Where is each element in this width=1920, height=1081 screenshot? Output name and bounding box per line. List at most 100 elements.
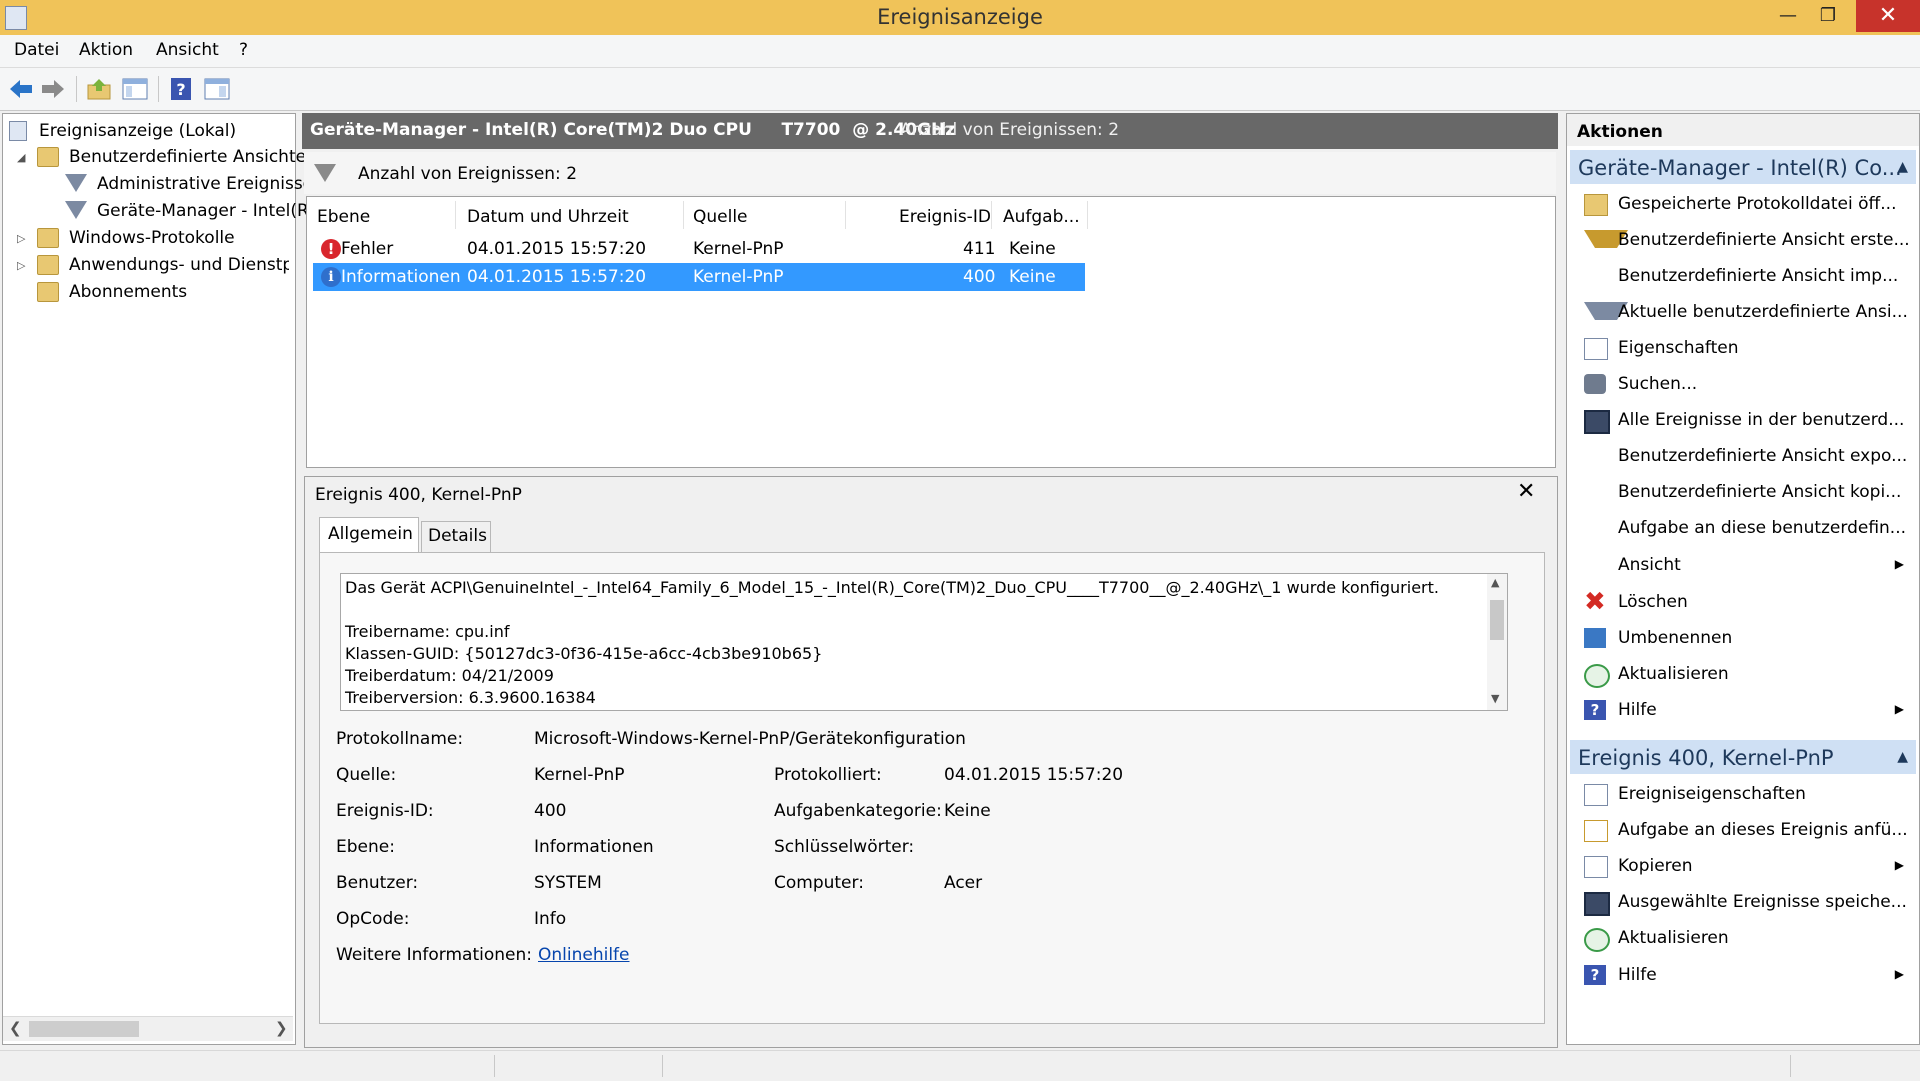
action-copy[interactable]: Kopieren ▶ xyxy=(1570,848,1916,884)
action-help-event[interactable]: ? Hilfe ▶ xyxy=(1570,957,1916,993)
label-level: Ebene: xyxy=(336,837,395,857)
table-row-selected[interactable]: i Informationen 04.01.2015 15:57:20 Kern… xyxy=(313,263,1085,291)
action-properties[interactable]: Eigenschaften xyxy=(1570,330,1916,366)
tree-app-logs[interactable]: ▷ Anwendungs- und Dienstprotokolle xyxy=(9,252,289,278)
vertical-scrollbar[interactable]: ▲ ▼ xyxy=(1487,574,1507,710)
column-header-source[interactable]: Quelle xyxy=(693,207,748,227)
error-icon: ! xyxy=(321,239,341,259)
value-user: SYSTEM xyxy=(534,873,602,893)
value-log-name: Microsoft-Windows-Kernel-PnP/Gerätekonfi… xyxy=(534,729,966,749)
column-header-task[interactable]: Aufgab... xyxy=(1003,207,1080,227)
help-icon[interactable]: ? xyxy=(168,77,194,101)
filter-count: Anzahl von Ereignissen: 2 xyxy=(358,164,578,184)
collapse-up-icon[interactable]: ▲ xyxy=(1897,749,1908,765)
value-logged: 04.01.2015 15:57:20 xyxy=(944,765,1124,785)
view-title: Geräte-Manager - Intel(R) Core(TM)2 Duo … xyxy=(310,120,956,140)
refresh-icon xyxy=(1584,664,1610,688)
action-label: Alle Ereignisse in der benutzerd... xyxy=(1618,410,1905,430)
description-textbox[interactable]: Das Gerät ACPI\GenuineIntel_-_Intel64_Fa… xyxy=(340,573,1508,711)
close-icon[interactable]: ✕ xyxy=(1517,479,1535,504)
scroll-thumb[interactable] xyxy=(29,1021,139,1037)
column-header-event-id[interactable]: Ereignis-ID xyxy=(899,207,991,227)
value-computer: Acer xyxy=(944,873,983,893)
horizontal-scrollbar[interactable]: ❮ ❯ xyxy=(3,1016,293,1041)
label-opcode: OpCode: xyxy=(336,909,410,929)
submenu-arrow-icon: ▶ xyxy=(1894,967,1904,981)
forward-arrow-icon[interactable] xyxy=(40,77,66,101)
action-label: Ereigniseigenschaften xyxy=(1618,784,1806,804)
menu-datei[interactable]: Datei xyxy=(14,40,59,60)
filter-bar: Anzahl von Ereignissen: 2 xyxy=(304,152,1556,194)
save-icon xyxy=(1584,410,1610,434)
action-save-selected-events[interactable]: Ausgewählte Ereignisse speiche... xyxy=(1570,884,1916,920)
action-export-custom-view[interactable]: Benutzerdefinierte Ansicht expo... xyxy=(1570,438,1916,474)
action-help[interactable]: ? Hilfe ▶ xyxy=(1570,692,1916,728)
column-header-datetime[interactable]: Datum und Uhrzeit xyxy=(467,207,629,227)
scroll-down-icon[interactable]: ▼ xyxy=(1491,692,1499,705)
maximize-button[interactable]: ❐ xyxy=(1808,0,1848,32)
action-label: Aktualisieren xyxy=(1618,664,1729,684)
value-source: Kernel-PnP xyxy=(534,765,625,785)
scroll-left-icon[interactable]: ❮ xyxy=(9,1019,22,1037)
action-open-saved-log[interactable]: Gespeicherte Protokolldatei öff... xyxy=(1570,186,1916,222)
action-view-menu[interactable]: Ansicht ▶ xyxy=(1570,547,1916,583)
refresh-icon xyxy=(1584,928,1610,952)
action-refresh-event[interactable]: Aktualisieren xyxy=(1570,920,1916,956)
action-filter-current-view[interactable]: Aktuelle benutzerdefinierte Ansi... xyxy=(1570,294,1916,330)
filter-icon xyxy=(314,164,336,182)
section-header-event[interactable]: Ereignis 400, Kernel-PnP ▲ xyxy=(1570,740,1916,774)
value-level: Informationen xyxy=(534,837,654,857)
collapse-icon[interactable]: ◢ xyxy=(17,151,25,164)
online-help-link[interactable]: Onlinehilfe xyxy=(538,945,630,965)
label-logged: Protokolliert: xyxy=(774,765,882,785)
open-folder-icon xyxy=(1584,194,1608,216)
action-delete[interactable]: ✖ Löschen xyxy=(1570,584,1916,620)
menu-aktion[interactable]: Aktion xyxy=(79,40,133,60)
properties-icon xyxy=(1584,338,1608,360)
column-header-level[interactable]: Ebene xyxy=(317,207,370,227)
action-copy-custom-view[interactable]: Benutzerdefinierte Ansicht kopi... xyxy=(1570,474,1916,510)
action-label: Aktuelle benutzerdefinierte Ansi... xyxy=(1618,302,1908,322)
console-tree-icon[interactable] xyxy=(122,77,148,101)
close-button[interactable]: ✕ xyxy=(1856,0,1920,32)
folder-icon xyxy=(37,282,59,302)
expand-icon[interactable]: ▷ xyxy=(17,259,25,272)
collapse-up-icon[interactable]: ▲ xyxy=(1897,159,1908,175)
menu-help[interactable]: ? xyxy=(239,40,248,60)
back-arrow-icon[interactable] xyxy=(8,77,34,101)
scroll-right-icon[interactable]: ❯ xyxy=(275,1019,288,1037)
tab-allgemein[interactable]: Allgemein xyxy=(319,517,419,553)
action-find[interactable]: Suchen... xyxy=(1570,366,1916,402)
scroll-thumb[interactable] xyxy=(1490,600,1504,640)
tree-label: Windows-Protokolle xyxy=(69,228,235,248)
section-header-view[interactable]: Geräte-Manager - Intel(R) Co... ▲ xyxy=(1570,150,1916,184)
action-import-custom-view[interactable]: Benutzerdefinierte Ansicht imp... xyxy=(1570,258,1916,294)
expand-icon[interactable]: ▷ xyxy=(17,232,25,245)
folder-icon xyxy=(37,147,59,167)
action-refresh[interactable]: Aktualisieren xyxy=(1570,656,1916,692)
folder-up-icon[interactable] xyxy=(86,77,112,101)
action-attach-task-view[interactable]: Aufgabe an diese benutzerdefin... xyxy=(1570,510,1916,546)
menu-ansicht[interactable]: Ansicht xyxy=(156,40,219,60)
tab-label: Allgemein xyxy=(328,524,413,544)
tab-details[interactable]: Details xyxy=(421,521,491,553)
action-label: Benutzerdefinierte Ansicht kopi... xyxy=(1618,482,1902,502)
submenu-arrow-icon: ▶ xyxy=(1894,702,1904,716)
action-label: Ansicht xyxy=(1618,555,1681,575)
action-event-properties[interactable]: Ereigniseigenschaften xyxy=(1570,776,1916,812)
action-create-custom-view[interactable]: Benutzerdefinierte Ansicht erste... xyxy=(1570,222,1916,258)
action-attach-task-event[interactable]: Aufgabe an dieses Ereignis anfü... xyxy=(1570,812,1916,848)
description-line: Treiberversion: 6.3.9600.16384 xyxy=(345,688,596,707)
description-line: Das Gerät ACPI\GenuineIntel_-_Intel64_Fa… xyxy=(345,578,1439,597)
tree-label: Administrative Ereignisse xyxy=(97,174,314,194)
filter-icon xyxy=(65,201,87,219)
action-pane-icon[interactable] xyxy=(204,77,230,101)
action-save-all-events[interactable]: Alle Ereignisse in der benutzerd... xyxy=(1570,402,1916,438)
minimize-button[interactable]: — xyxy=(1768,0,1808,32)
action-rename[interactable]: Umbenennen xyxy=(1570,620,1916,656)
cell-event-id: 400 xyxy=(963,267,996,287)
scroll-up-icon[interactable]: ▲ xyxy=(1491,576,1499,589)
table-row[interactable]: ! Fehler 04.01.2015 15:57:20 Kernel-PnP … xyxy=(313,235,1085,263)
tab-label: Details xyxy=(428,526,487,546)
action-label: Benutzerdefinierte Ansicht imp... xyxy=(1618,266,1899,286)
